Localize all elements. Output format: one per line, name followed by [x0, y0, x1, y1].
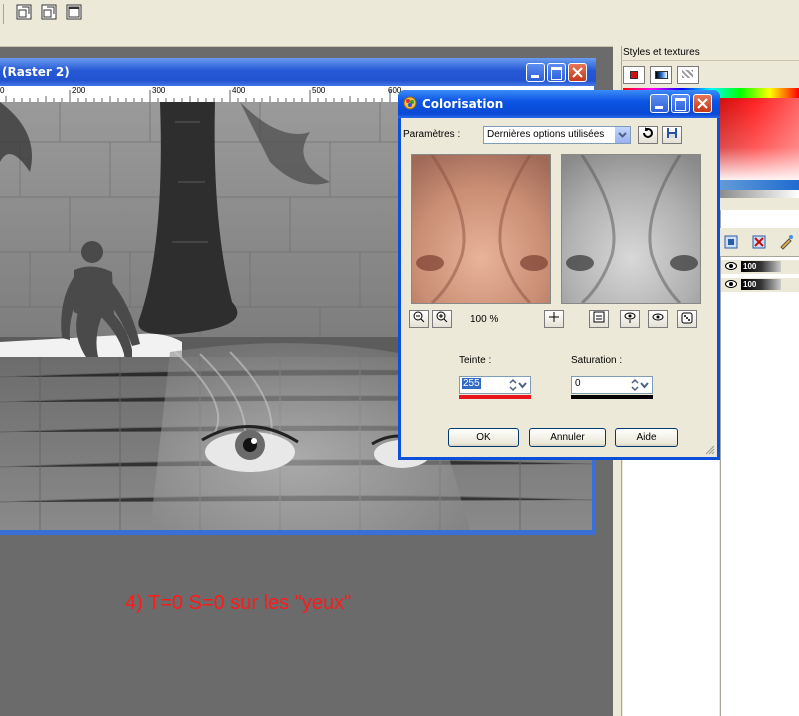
layer-row[interactable]: 100 — [721, 260, 799, 274]
hue-label: Teinte : — [459, 355, 492, 366]
before-preview[interactable] — [411, 154, 551, 304]
save-preset-button[interactable] — [662, 126, 682, 144]
visibility-eye-icon[interactable] — [725, 262, 737, 270]
solid-color-button[interactable] — [623, 66, 645, 84]
grayscale-preview — [562, 155, 700, 303]
move-icon — [549, 312, 559, 322]
ruler-label: 200 — [72, 86, 86, 95]
cancel-button[interactable]: Annuler — [529, 428, 606, 447]
new-layer-icon[interactable] — [723, 234, 739, 250]
preview-icon — [593, 311, 605, 323]
gradient-button[interactable] — [650, 66, 672, 84]
saturation-label: Saturation : — [571, 355, 623, 366]
randomize-button[interactable] — [677, 310, 697, 328]
minimize-button[interactable] — [526, 63, 545, 82]
image-window-title: (Raster 2) — [2, 65, 70, 79]
pan-button[interactable] — [544, 310, 564, 328]
dialog-body: Paramètres : Dernières options utilisées… — [401, 118, 717, 457]
styles-panel-title: Styles et textures — [621, 46, 799, 61]
dialog-maximize-button[interactable] — [671, 94, 690, 113]
window-icon[interactable] — [66, 4, 82, 20]
close-icon — [697, 98, 708, 109]
save-icon — [667, 128, 677, 138]
hue-value: 255 — [462, 378, 481, 389]
layer-opacity[interactable]: 100 — [741, 261, 781, 272]
saturation-value: 0 — [575, 378, 581, 389]
zoom-in-button[interactable] — [432, 310, 452, 328]
dialog-close-button[interactable] — [693, 94, 712, 113]
top-toolbar — [0, 0, 799, 47]
toolbar-separator — [3, 4, 4, 24]
auto-proof-button[interactable] — [648, 310, 668, 328]
help-button[interactable]: Aide — [615, 428, 678, 447]
dice-icon — [681, 312, 693, 324]
ruler-label: 300 — [152, 86, 166, 95]
reset-button[interactable] — [638, 126, 658, 144]
restore-window-icon[interactable] — [16, 4, 32, 20]
image-window-titlebar[interactable]: (Raster 2) — [0, 58, 596, 86]
params-value: Dernières options utilisées — [487, 129, 605, 140]
after-preview[interactable] — [561, 154, 701, 304]
proof-button[interactable] — [620, 310, 640, 328]
hue-color-bar — [459, 395, 531, 399]
hue-input[interactable]: 255 — [459, 376, 531, 394]
skin-preview-original — [412, 155, 550, 303]
dialog-title: Colorisation — [422, 97, 504, 111]
delete-layer-icon[interactable] — [751, 234, 767, 250]
close-icon — [572, 67, 583, 78]
resize-grip-icon[interactable] — [705, 445, 715, 455]
layer-opacity[interactable]: 100 — [741, 279, 781, 290]
layer-row[interactable]: 100 — [721, 278, 799, 292]
chevron-down-icon — [618, 132, 627, 138]
layer-properties-icon[interactable] — [778, 234, 794, 250]
visibility-eye-icon[interactable] — [725, 280, 737, 288]
params-dropdown[interactable]: Dernières options utilisées — [483, 126, 631, 144]
app-icon — [403, 96, 417, 110]
preview-toggle-button[interactable] — [589, 310, 609, 328]
spin-dropdown-icon[interactable] — [630, 378, 650, 392]
saturation-input[interactable]: 0 — [571, 376, 653, 394]
dropdown-arrow[interactable] — [614, 127, 630, 143]
eye-proof-icon — [624, 312, 636, 323]
zoom-level: 100 % — [470, 314, 499, 325]
eye-icon — [652, 313, 664, 321]
dialog-minimize-button[interactable] — [650, 94, 669, 113]
spin-dropdown-icon[interactable] — [508, 378, 528, 392]
close-button[interactable] — [568, 63, 587, 82]
zoom-out-button[interactable] — [409, 310, 429, 328]
dialog-titlebar[interactable]: Colorisation — [398, 90, 720, 118]
maximize-window-icon[interactable] — [41, 4, 57, 20]
zoom-out-icon — [413, 311, 425, 323]
ok-button[interactable]: OK — [448, 428, 519, 447]
ruler-label: 500 — [312, 86, 326, 95]
ruler-label: 0 — [0, 86, 5, 95]
saturation-bar — [571, 395, 653, 399]
pattern-button[interactable] — [677, 66, 699, 84]
params-label: Paramètres : — [403, 129, 461, 140]
maximize-button[interactable] — [547, 63, 566, 82]
zoom-in-icon — [436, 311, 448, 323]
tutorial-caption: 4) T=0 S=0 sur les "yeux" — [125, 592, 352, 614]
ruler-label: 400 — [232, 86, 246, 95]
reset-icon — [643, 127, 653, 138]
